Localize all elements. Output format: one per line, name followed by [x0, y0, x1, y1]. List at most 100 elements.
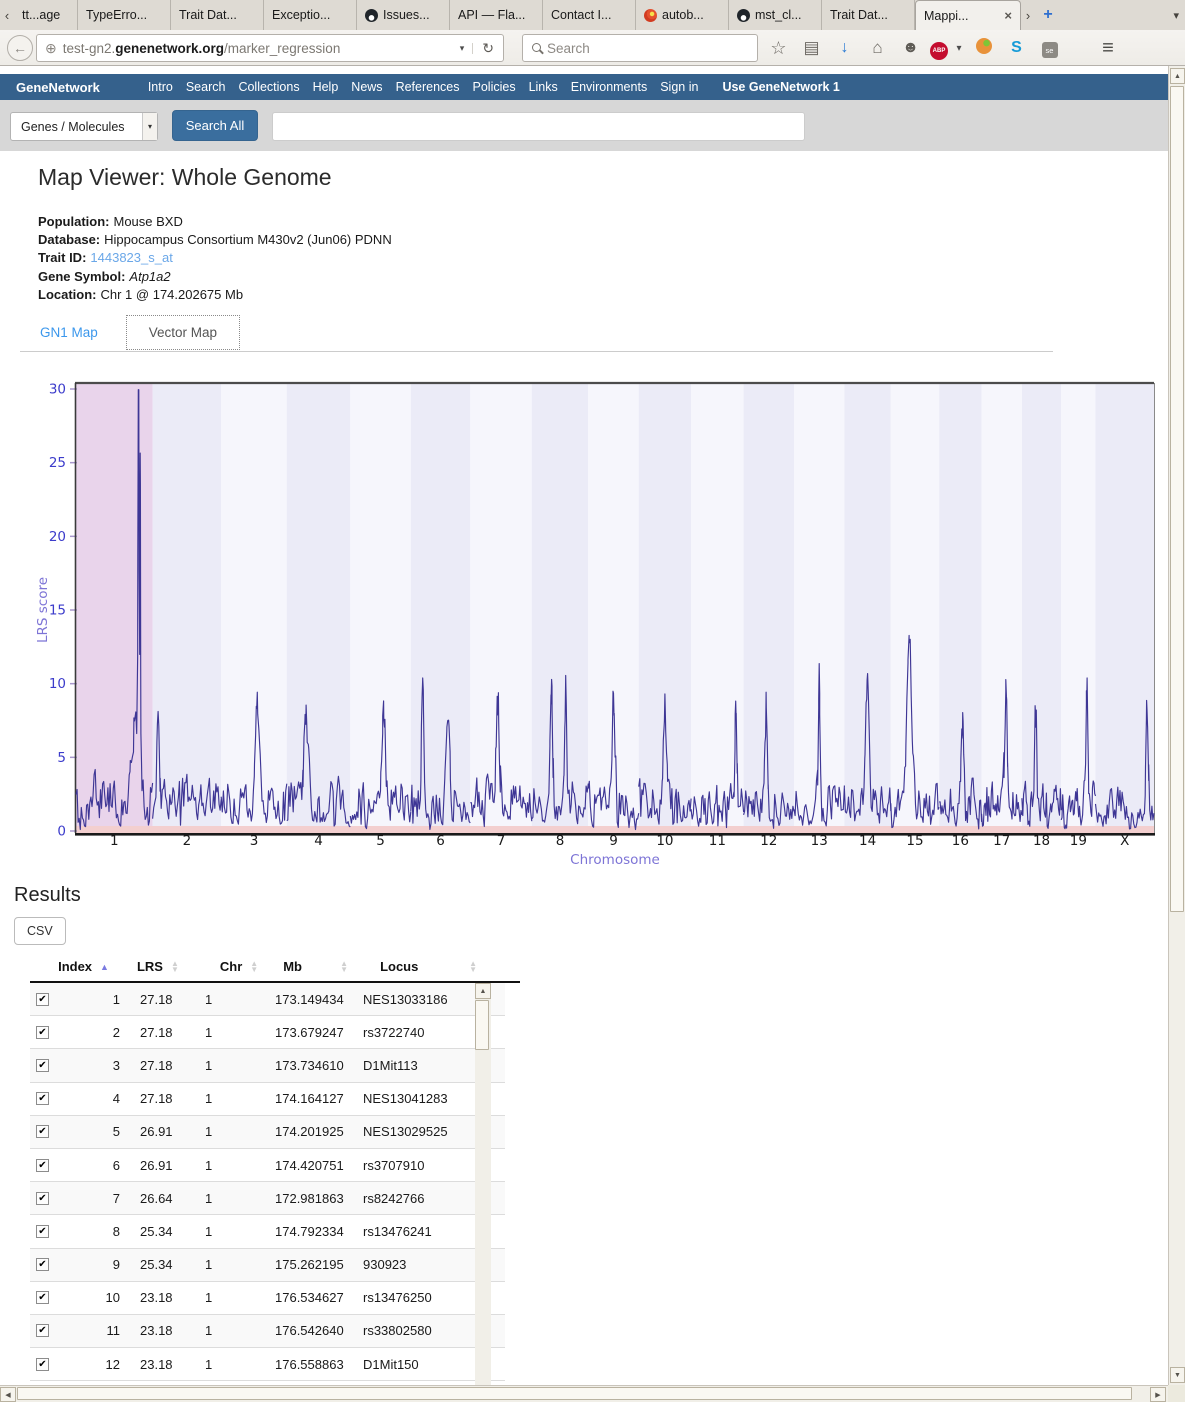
- nav-item-references[interactable]: References: [396, 80, 460, 94]
- cell-lrs: 27.18: [140, 992, 205, 1007]
- column-header-chr[interactable]: Chr▲▼: [220, 959, 258, 974]
- column-label: Chr: [220, 959, 242, 974]
- browser-tab[interactable]: Mappi...×: [915, 0, 1021, 30]
- home-icon[interactable]: ⌂: [861, 38, 894, 58]
- site-identity-globe-icon[interactable]: ⊕: [45, 40, 57, 57]
- url-bar[interactable]: ⊕ test-gn2.genenetwork.org/marker_regres…: [36, 34, 504, 62]
- trait-id-link[interactable]: 1443823_s_at: [90, 250, 172, 265]
- row-checkbox[interactable]: ✔: [36, 1358, 49, 1371]
- browser-tab[interactable]: Issues...: [357, 0, 450, 30]
- scroll-right-icon[interactable]: ▶: [1150, 1387, 1166, 1402]
- chromosome-band-11: [691, 383, 743, 833]
- chromosome-band-19: [1061, 383, 1095, 833]
- menu-icon[interactable]: ≡: [1088, 37, 1128, 60]
- chromosome-band-8: [532, 383, 588, 833]
- toolbar-icons: ☆▤↓⌂☻ABP▾ Sse ≡: [762, 30, 1128, 66]
- table-scrollbar[interactable]: ▲: [475, 983, 491, 1385]
- row-checkbox[interactable]: ✔: [36, 1092, 49, 1105]
- chevron-down-icon[interactable]: ▾: [142, 113, 157, 140]
- downloads-icon[interactable]: ↓: [828, 39, 861, 57]
- search-category-select[interactable]: Genes / Molecules ▾: [10, 112, 158, 141]
- nav-item-help[interactable]: Help: [313, 80, 339, 94]
- row-checkbox[interactable]: ✔: [36, 1059, 49, 1072]
- global-search-input[interactable]: [272, 112, 805, 141]
- table-row: ✔1223.181176.558863D1Mit150: [30, 1348, 505, 1381]
- row-checkbox[interactable]: ✔: [36, 1258, 49, 1271]
- adblock-caret-icon[interactable]: ▾: [951, 43, 967, 54]
- tab-label: autob...: [662, 8, 704, 22]
- browser-tab[interactable]: Trait Dat...: [171, 0, 264, 30]
- horizontal-scrollbar-thumb[interactable]: [17, 1387, 1132, 1400]
- browser-search-input[interactable]: [547, 41, 757, 56]
- new-tab-icon[interactable]: +: [1035, 0, 1061, 30]
- chromosome-band-9: [588, 383, 638, 833]
- nav-item-intro[interactable]: Intro: [148, 80, 173, 94]
- column-header-locus[interactable]: Locus▲▼: [380, 959, 477, 974]
- nav-item-policies[interactable]: Policies: [473, 80, 516, 94]
- row-checkbox[interactable]: ✔: [36, 1192, 49, 1205]
- row-checkbox[interactable]: ✔: [36, 1026, 49, 1039]
- back-button[interactable]: ←: [7, 35, 33, 61]
- adblock-icon[interactable]: ABP: [927, 37, 951, 60]
- addon-icon[interactable]: [967, 38, 1000, 59]
- browser-tab[interactable]: API — Fla...: [450, 0, 543, 30]
- browser-tab[interactable]: mst_cl...: [729, 0, 822, 30]
- tab-list-caret-icon[interactable]: ▾: [1173, 0, 1179, 30]
- browser-tab[interactable]: Contact I...: [543, 0, 636, 30]
- use-genenetwork1-link[interactable]: Use GeneNetwork 1: [722, 80, 839, 94]
- row-checkbox[interactable]: ✔: [36, 1125, 49, 1138]
- tab-vector-map[interactable]: Vector Map: [126, 315, 240, 350]
- nav-item-links[interactable]: Links: [529, 80, 558, 94]
- page-horizontal-scrollbar[interactable]: ◀ ▶: [0, 1385, 1168, 1402]
- table-scrollbar-thumb[interactable]: [475, 1000, 489, 1050]
- nav-item-news[interactable]: News: [351, 80, 382, 94]
- browser-tab[interactable]: Exceptio...: [264, 0, 357, 30]
- row-checkbox[interactable]: ✔: [36, 1324, 49, 1337]
- column-header-lrs[interactable]: LRS▲▼: [137, 959, 179, 974]
- column-header-index[interactable]: Index▲: [58, 959, 109, 974]
- table-scroll-up-icon[interactable]: ▲: [475, 983, 491, 999]
- tab-scroll-left-icon[interactable]: ‹: [0, 0, 14, 30]
- scroll-down-icon[interactable]: ▼: [1170, 1367, 1185, 1383]
- url-history-dropdown-icon[interactable]: ▾: [452, 43, 474, 54]
- nav-item-sign-in[interactable]: Sign in: [660, 80, 698, 94]
- nav-item-search[interactable]: Search: [186, 80, 226, 94]
- vertical-scrollbar-thumb[interactable]: [1170, 86, 1184, 912]
- table-row: ✔427.181174.164127NES13041283: [30, 1083, 505, 1116]
- skype-icon[interactable]: S: [1000, 39, 1033, 57]
- cell-lrs: 26.91: [140, 1158, 205, 1173]
- page-vertical-scrollbar[interactable]: ▲ ▼: [1168, 66, 1185, 1385]
- row-checkbox[interactable]: ✔: [36, 1159, 49, 1172]
- scroll-up-icon[interactable]: ▲: [1170, 68, 1185, 84]
- table-row: ✔327.181173.734610D1Mit113: [30, 1049, 505, 1082]
- reading-list-icon[interactable]: ▤: [795, 38, 828, 58]
- web-page: GeneNetwork Intro Search Collections Help Ne…: [0, 66, 1168, 1385]
- tab-scroll-right-icon[interactable]: ›: [1021, 0, 1035, 30]
- nav-item-environments[interactable]: Environments: [571, 80, 647, 94]
- tab-close-icon[interactable]: ×: [1004, 8, 1012, 23]
- search-all-button[interactable]: Search All: [172, 110, 258, 141]
- tab-label: TypeErro...: [86, 8, 147, 22]
- bookmark-star-icon[interactable]: ☆: [762, 38, 795, 59]
- chat-icon[interactable]: ☻: [894, 39, 927, 57]
- tab-gn1-map[interactable]: GN1 Map: [40, 325, 98, 340]
- browser-search-box[interactable]: [522, 34, 758, 62]
- row-checkbox[interactable]: ✔: [36, 1225, 49, 1238]
- screenshot-icon[interactable]: se: [1033, 38, 1066, 59]
- chromosome-band-10: [639, 383, 691, 833]
- browser-tab[interactable]: TypeErro...: [78, 0, 171, 30]
- scrollbar-corner: [1168, 1385, 1185, 1402]
- reload-icon[interactable]: ↻: [473, 40, 503, 57]
- csv-export-button[interactable]: CSV: [14, 917, 66, 945]
- cell-chr: 1: [205, 1290, 275, 1305]
- nav-item-collections[interactable]: Collections: [238, 80, 299, 94]
- results-table-body: ✔127.181173.149434NES13033186✔227.181173…: [30, 983, 505, 1385]
- browser-tab[interactable]: autob...: [636, 0, 729, 30]
- column-header-mb[interactable]: Mb▲▼: [283, 959, 348, 974]
- row-checkbox[interactable]: ✔: [36, 993, 49, 1006]
- site-brand[interactable]: GeneNetwork: [16, 80, 100, 95]
- row-checkbox[interactable]: ✔: [36, 1291, 49, 1304]
- scroll-left-icon[interactable]: ◀: [0, 1387, 16, 1402]
- browser-tab[interactable]: tt...age: [14, 0, 78, 30]
- browser-tab[interactable]: Trait Dat...: [822, 0, 915, 30]
